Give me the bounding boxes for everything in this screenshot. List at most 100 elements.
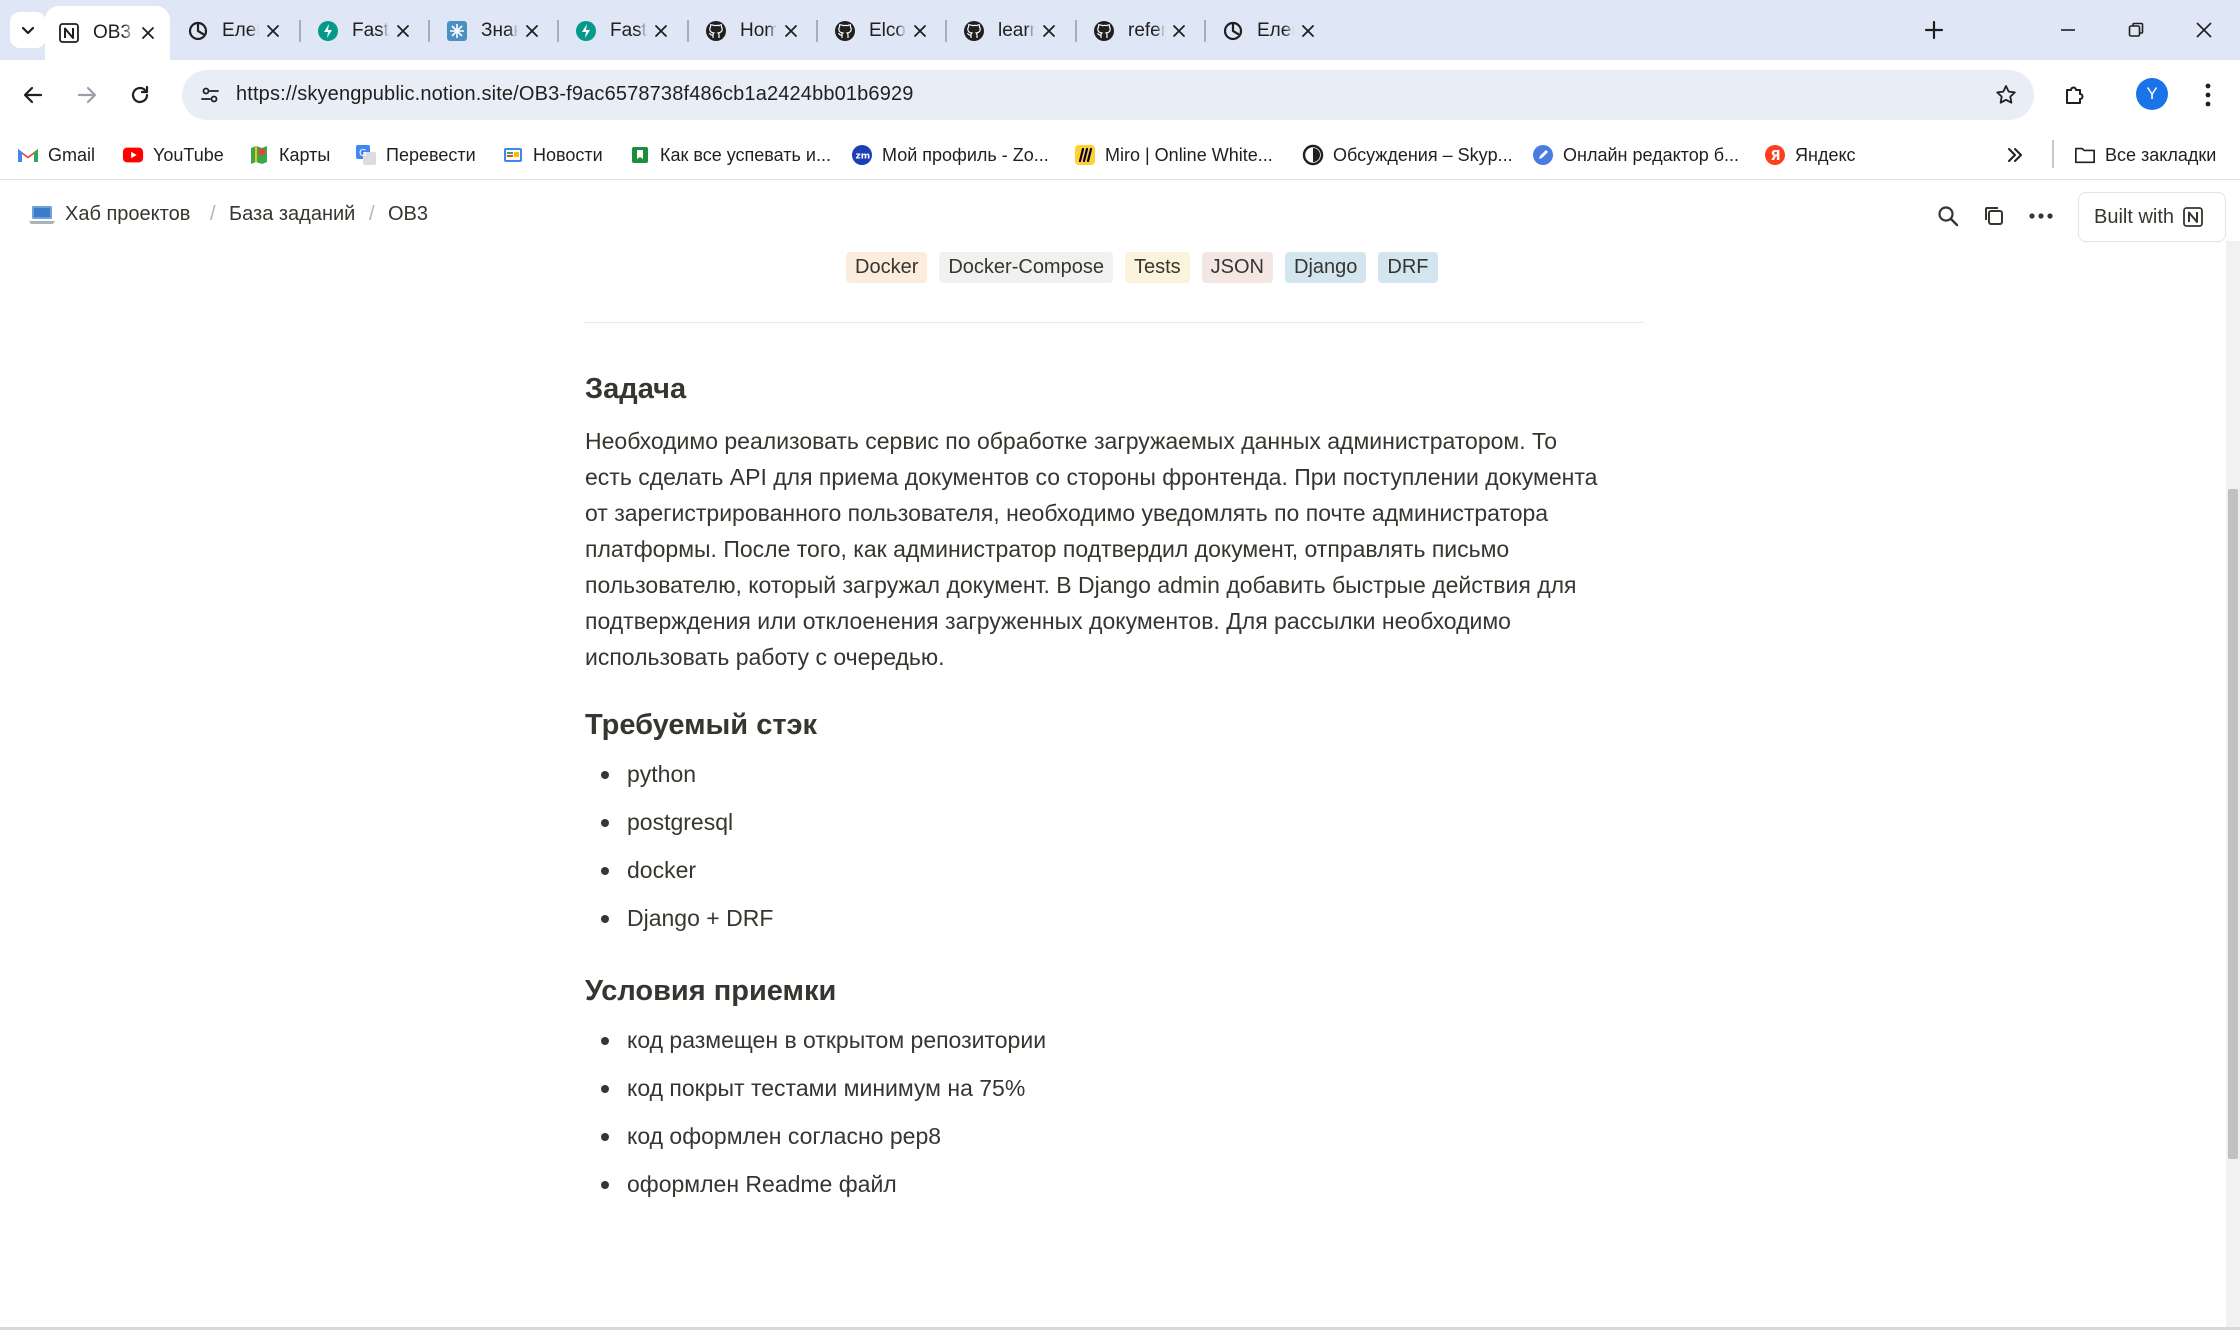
tab-separator <box>1075 20 1077 42</box>
browser-tab[interactable]: Елена Бан <box>174 7 295 54</box>
search-button[interactable] <box>1933 201 1963 231</box>
bookmark-item[interactable]: G Перевести <box>355 140 476 170</box>
tag-chip: Django <box>1285 252 1367 283</box>
zoom-icon: zm <box>851 144 873 166</box>
profile-avatar[interactable]: Y <box>2136 78 2168 110</box>
bookmarks-divider <box>2052 140 2054 168</box>
arrow-right-icon <box>77 86 97 104</box>
tab-separator <box>687 20 689 42</box>
paragraph-line: подтверждения или отклоенения загруженны… <box>585 608 1511 634</box>
built-with-notion-button[interactable]: Built with <box>2078 192 2226 242</box>
bookmark-icon <box>629 144 651 166</box>
bookmark-item[interactable]: Gmail <box>17 140 95 170</box>
bullet-text: код размещен в открытом репозитории <box>627 1027 1047 1053</box>
svg-text:Я: Я <box>1771 149 1781 164</box>
address-bar[interactable]: https://skyengpublic.notion.site/OB3-f9a… <box>182 70 2034 120</box>
more-options-button[interactable] <box>2026 201 2056 231</box>
breadcrumb-current-page[interactable]: OB3 <box>388 203 428 226</box>
bookmark-star-button[interactable] <box>1992 81 2020 109</box>
double-chevron-right-icon <box>2008 148 2022 162</box>
bookmark-item[interactable]: Обсуждения – Skyp... <box>1302 140 1513 170</box>
breadcrumb-separator: / <box>210 203 216 225</box>
bookmark-item[interactable]: Miro | Online White... <box>1074 140 1273 170</box>
close-tab-button[interactable] <box>518 17 546 45</box>
page-content: Docker Docker-Compose Tests JSON Django DRF З… <box>0 251 2226 1327</box>
tab-title: referral_p <box>1128 19 1165 41</box>
all-bookmarks-button[interactable]: Все закладки <box>2074 140 2216 170</box>
miro-icon <box>1074 144 1096 166</box>
folder-icon <box>2074 144 2096 166</box>
bookmark-item[interactable]: Как все успевать и... <box>629 140 831 170</box>
duplicate-button[interactable] <box>1979 201 2009 231</box>
close-tab-button[interactable] <box>1294 17 1322 45</box>
back-button[interactable] <box>11 73 55 117</box>
close-tab-button[interactable] <box>777 17 805 45</box>
browser-tab[interactable]: Знакомств <box>433 7 554 54</box>
bullet-dot <box>601 915 609 923</box>
bookmark-item[interactable]: Онлайн редактор б... <box>1532 140 1739 170</box>
more-bookmarks-button[interactable] <box>1993 133 2037 177</box>
close-tab-button[interactable] <box>1035 17 1063 45</box>
page-scrollbar[interactable] <box>2226 241 2240 1330</box>
site-settings-icon[interactable] <box>196 81 224 109</box>
extensions-button[interactable] <box>2053 73 2097 117</box>
browser-tab[interactable]: referral_p <box>1080 7 1201 54</box>
close-window-button[interactable] <box>2170 0 2238 60</box>
bookmark-item[interactable]: Новости <box>502 140 603 170</box>
browser-tab[interactable]: OB3 <box>45 6 170 60</box>
bookmark-label: YouTube <box>153 144 224 165</box>
paragraph-line: использовать работу с очередью. <box>585 644 945 670</box>
close-icon <box>914 24 926 37</box>
browser-tab[interactable]: FastAPI <box>562 7 683 54</box>
breadcrumb-tasks-db[interactable]: База заданий <box>229 203 355 226</box>
bookmark-label: Мой профиль - Zo... <box>882 144 1049 165</box>
tab-title: OB3 <box>93 22 132 43</box>
close-tab-button[interactable] <box>647 17 675 45</box>
translate-icon: G <box>355 144 377 166</box>
github-icon <box>962 19 986 43</box>
close-tab-button[interactable] <box>906 17 934 45</box>
bookmark-item[interactable]: Карты <box>248 140 330 170</box>
browser-tab[interactable]: Homewor <box>692 7 813 54</box>
puzzle-icon <box>445 19 469 43</box>
bookmark-item[interactable]: Я Яндекс <box>1764 140 1856 170</box>
url-text[interactable]: https://skyengpublic.notion.site/OB3-f9a… <box>236 83 914 106</box>
close-icon <box>142 27 154 39</box>
browser-tab[interactable]: Елена Бан <box>1209 7 1330 54</box>
heading-task: Задача <box>585 373 687 405</box>
browser-tab[interactable]: FastAPI <box>304 7 425 54</box>
restore-button[interactable] <box>2102 0 2170 60</box>
close-tab-button[interactable] <box>259 17 287 45</box>
close-tab-button[interactable] <box>134 19 162 47</box>
bookmarks-bar: Gmail YouTube Карты G Перевести Новости Как вс… <box>0 130 2240 180</box>
scrollbar-thumb[interactable] <box>2228 489 2238 1159</box>
close-icon <box>397 24 409 37</box>
browser-tab[interactable]: learning_p <box>950 7 1071 54</box>
close-tab-button[interactable] <box>389 17 417 45</box>
tab-search-button[interactable] <box>10 12 46 48</box>
plus-icon <box>1924 20 1944 40</box>
bookmark-item[interactable]: YouTube <box>122 140 224 170</box>
tab-separator <box>428 20 430 42</box>
browser-tab[interactable]: Elcom_AP <box>821 7 942 54</box>
bookmark-label: Перевести <box>386 144 476 165</box>
close-tab-button[interactable] <box>1165 17 1193 45</box>
bookmark-item[interactable]: zm Мой профиль - Zo... <box>851 140 1049 170</box>
reload-button[interactable] <box>118 73 162 117</box>
bullet-item: код оформлен согласно pep8 <box>585 1118 1046 1166</box>
tag-chip: Docker-Compose <box>939 252 1113 283</box>
paragraph-line: платформы. После того, как администратор… <box>585 536 1510 562</box>
new-tab-button[interactable] <box>1917 13 1951 47</box>
browser-menu-button[interactable] <box>2186 73 2230 117</box>
tag-chip: Docker <box>846 252 928 283</box>
tab-title: learning_p <box>998 19 1035 41</box>
bullet-text: postgresql <box>627 809 734 835</box>
tag-list: Docker Docker-Compose Tests JSON Django DRF <box>846 252 1450 283</box>
minimize-button[interactable] <box>2034 0 2102 60</box>
breadcrumb-hub[interactable]: Хаб проектов <box>65 203 190 226</box>
bullet-text: python <box>627 761 697 787</box>
tab-title: FastAPI <box>610 19 647 41</box>
forward-button[interactable] <box>65 73 109 117</box>
svg-text:G: G <box>359 148 367 159</box>
bullet-item: postgresql <box>585 804 773 852</box>
